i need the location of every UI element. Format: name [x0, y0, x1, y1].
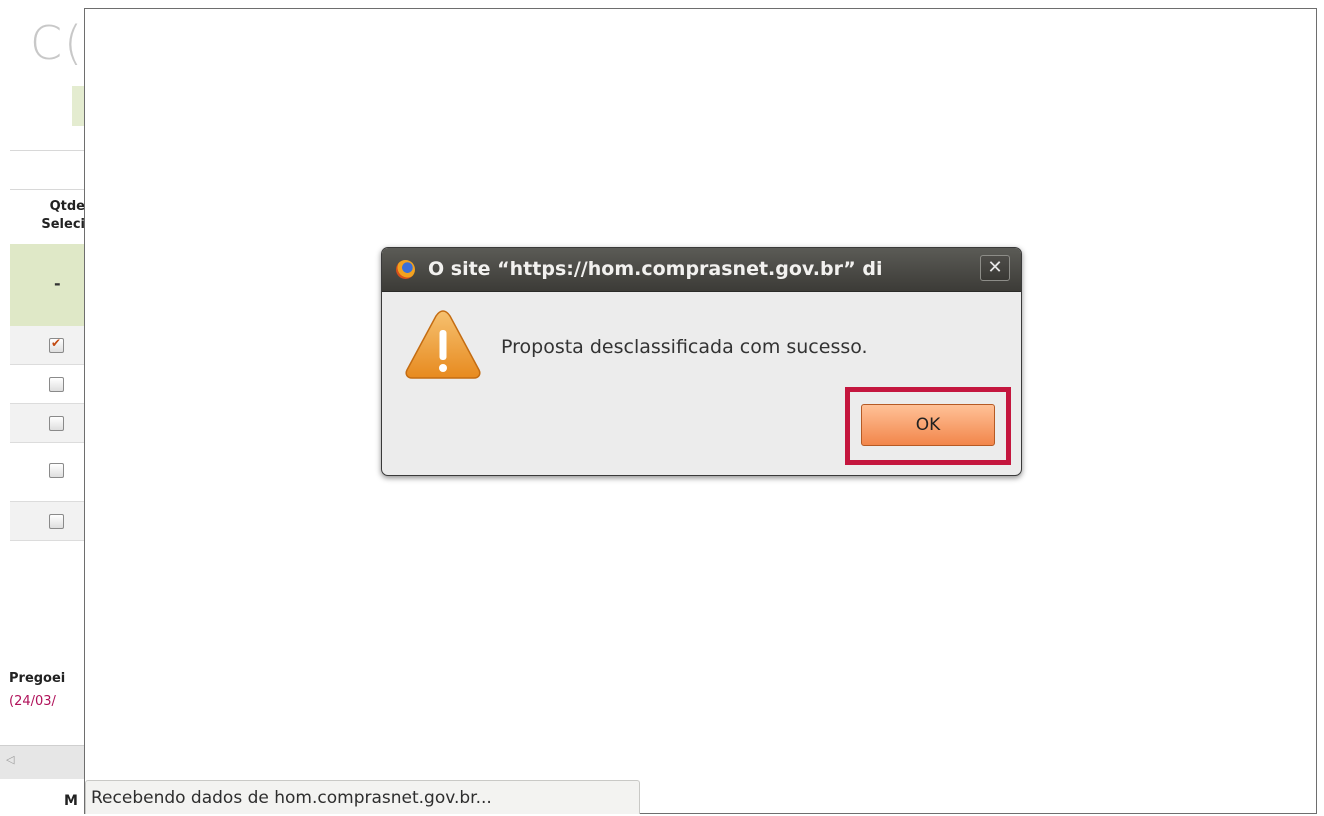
- pregoeiro-label: Pregoei: [9, 671, 66, 686]
- status-bar: Recebendo dados de hom.comprasnet.gov.br…: [85, 780, 640, 814]
- row-checkbox[interactable]: [49, 416, 64, 431]
- warning-icon: [405, 310, 481, 379]
- table-row: [10, 365, 85, 404]
- row-checkbox[interactable]: [49, 336, 64, 353]
- scroll-left-arrow-icon[interactable]: ◁: [6, 753, 14, 766]
- ok-button-label: OK: [915, 415, 941, 435]
- message-date: (24/03/: [9, 694, 56, 709]
- dialog-message: Proposta desclassificada com sucesso.: [501, 336, 868, 358]
- table-row-header-value: -: [10, 244, 85, 326]
- background-page: C( Qtde Seleci - Pregoei (24/03/ ◁ M: [0, 0, 85, 816]
- dialog-titlebar[interactable]: O site “https://hom.comprasnet.gov.br” d…: [382, 248, 1021, 292]
- green-row-value: -: [54, 274, 61, 293]
- status-text: Recebendo dados de hom.comprasnet.gov.br…: [91, 788, 492, 808]
- table-row: [10, 404, 85, 443]
- divider: [10, 150, 85, 151]
- column-header-qtde: Qtde Seleci: [41, 199, 85, 232]
- site-logo: C(: [30, 16, 85, 70]
- ok-button[interactable]: OK: [861, 404, 995, 446]
- horizontal-scrollbar[interactable]: ◁: [0, 745, 85, 779]
- divider: [10, 189, 85, 190]
- table-row: [10, 502, 85, 541]
- dialog-title: O site “https://hom.comprasnet.gov.br” d…: [428, 258, 883, 280]
- table-row: [10, 326, 85, 365]
- row-checkbox[interactable]: [49, 463, 64, 478]
- row-checkbox[interactable]: [49, 377, 64, 392]
- close-button[interactable]: ✕: [980, 255, 1010, 281]
- table-row: [10, 443, 85, 502]
- firefox-icon: [396, 260, 415, 279]
- alert-dialog: O site “https://hom.comprasnet.gov.br” d…: [381, 247, 1022, 476]
- row-checkbox[interactable]: [49, 514, 64, 529]
- bottom-label: M: [64, 793, 78, 809]
- close-icon[interactable]: ✕: [981, 257, 1009, 279]
